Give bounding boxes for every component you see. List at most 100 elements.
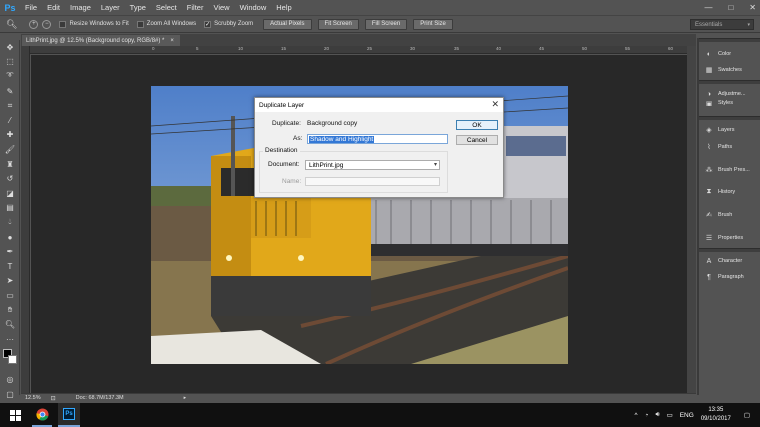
chevron-up-icon[interactable]: ^ <box>634 412 637 419</box>
brush-presets-icon: ⁂ <box>705 167 713 174</box>
layers-panel-button[interactable]: ◈ Layers <box>699 124 760 136</box>
scrubby-zoom-checkbox[interactable]: ✓ Scrubby Zoom <box>204 20 253 28</box>
clone-stamp-tool-icon[interactable]: ♜ <box>0 157 20 172</box>
workspace-select[interactable]: Essentials ▾ <box>690 19 754 30</box>
menu-view[interactable]: View <box>208 3 234 12</box>
document-select[interactable]: LithPrint.jpg ▾ <box>305 160 440 170</box>
panel-group-header[interactable] <box>699 80 760 84</box>
checkbox-icon <box>136 20 144 28</box>
menu-select[interactable]: Select <box>151 3 182 12</box>
zoom-all-windows-checkbox[interactable]: Zoom All Windows <box>136 20 196 28</box>
close-icon[interactable]: ✕ <box>491 99 499 110</box>
gradient-tool-icon[interactable]: ▤ <box>0 201 20 216</box>
actual-pixels-button[interactable]: Actual Pixels <box>263 18 312 30</box>
duplicate-layer-dialog: Duplicate Layer ✕ Duplicate: Background … <box>254 97 504 198</box>
history-panel-button[interactable]: ⧗ History <box>699 186 760 198</box>
path-select-tool-icon[interactable]: ➤ <box>0 274 20 289</box>
cancel-button[interactable]: Cancel <box>456 135 498 145</box>
fit-screen-button[interactable]: Fit Screen <box>317 18 359 30</box>
healing-brush-tool-icon[interactable]: ✚ <box>0 128 20 143</box>
volume-icon[interactable]: 🔊︎ <box>655 411 659 419</box>
ruler-tick: 10 <box>238 46 244 51</box>
move-tool-icon[interactable]: ✥ <box>0 40 20 55</box>
brush-presets-panel-button[interactable]: ⁂ Brush Pres... <box>699 164 760 176</box>
horizontal-ruler[interactable]: 0 5 10 15 20 25 30 35 40 45 50 55 60 <box>30 46 687 54</box>
color-panel-label: Color <box>718 51 732 57</box>
export-icon[interactable]: ⊡ <box>51 395 56 402</box>
ruler-tick: 40 <box>496 46 502 51</box>
vertical-ruler[interactable] <box>21 46 30 393</box>
character-panel-button[interactable]: A Character <box>699 255 760 267</box>
zoom-in-icon[interactable]: + <box>29 19 39 29</box>
styles-panel-button[interactable]: ▣ Styles <box>699 100 760 106</box>
adjustments-panel-button[interactable]: ◑ Adjustme... <box>699 88 760 100</box>
quick-mask-icon[interactable]: ◎ <box>0 372 20 387</box>
dialog-title-bar[interactable]: Duplicate Layer ✕ <box>255 98 503 112</box>
eyedropper-tool-icon[interactable]: ⁄ <box>0 113 20 128</box>
history-brush-tool-icon[interactable]: ↺ <box>0 171 20 186</box>
vertical-scrollbar[interactable] <box>687 46 696 393</box>
color-swatches-icon[interactable] <box>0 346 20 372</box>
photoshop-logo[interactable]: Ps <box>0 0 20 15</box>
crop-tool-icon[interactable]: ⌗ <box>0 98 20 113</box>
resize-windows-checkbox[interactable]: Resize Windows to Fit <box>59 20 129 28</box>
properties-panel-button[interactable]: ☰ Properties <box>699 232 760 244</box>
menu-layer[interactable]: Layer <box>96 3 125 12</box>
battery-icon[interactable]: ▭ <box>667 411 673 419</box>
language-indicator[interactable]: ENG <box>680 412 694 419</box>
menu-type[interactable]: Type <box>125 3 151 12</box>
lasso-tool-icon[interactable]: ➰︎ <box>0 69 20 84</box>
swatches-panel-button[interactable]: ▦ Swatches <box>699 64 760 76</box>
ok-button[interactable]: OK <box>456 120 498 130</box>
windows-start-button[interactable] <box>6 403 24 427</box>
layer-name-input[interactable]: Shadow and Highlight <box>307 134 448 144</box>
photoshop-taskbar-button[interactable]: Ps <box>58 403 80 427</box>
status-menu-arrow-icon[interactable]: ▸ <box>184 395 187 401</box>
zoom-out-icon[interactable]: − <box>42 19 52 29</box>
blur-tool-icon[interactable]: 💧︎ <box>0 215 20 230</box>
rectangle-tool-icon[interactable]: ▭ <box>0 288 20 303</box>
panel-group-header[interactable] <box>699 248 760 252</box>
menu-file[interactable]: File <box>20 3 42 12</box>
properties-icon: ☰ <box>705 235 713 242</box>
paragraph-panel-button[interactable]: ¶ Paragraph <box>699 271 760 283</box>
clock[interactable]: 13:35 09/10/2017 <box>701 406 731 424</box>
menu-window[interactable]: Window <box>235 3 272 12</box>
zoom-level[interactable]: 12.5% <box>25 395 41 401</box>
swatches-panel-label: Swatches <box>718 67 742 73</box>
screen-mode-icon[interactable]: ▢ <box>0 387 20 402</box>
zoom-tool-icon[interactable]: 🔍︎ <box>0 317 20 332</box>
document-tab[interactable]: LithPrint.jpg @ 12.5% (Background copy, … <box>22 35 180 46</box>
menu-edit[interactable]: Edit <box>42 3 65 12</box>
minimize-button[interactable]: — <box>704 3 712 12</box>
notifications-icon[interactable]: ▢ <box>744 411 750 419</box>
close-window-button[interactable]: ✕ <box>749 3 756 12</box>
network-icon[interactable]: ◔ <box>645 412 649 419</box>
menu-image[interactable]: Image <box>65 3 96 12</box>
pen-tool-icon[interactable]: ✒ <box>0 244 20 259</box>
chrome-taskbar-button[interactable] <box>32 403 52 427</box>
panel-group-header[interactable] <box>699 116 760 120</box>
quick-select-tool-icon[interactable]: ✎ <box>0 84 20 99</box>
maximize-button[interactable]: □ <box>728 3 733 12</box>
brush-panel-button[interactable]: ✍︎ Brush <box>699 209 760 221</box>
close-tab-icon[interactable]: × <box>170 38 174 44</box>
fill-screen-button[interactable]: Fill Screen <box>364 18 408 30</box>
brush-tool-icon[interactable]: 🖌︎ <box>0 142 20 157</box>
print-size-button[interactable]: Print Size <box>413 18 453 30</box>
color-panel-button[interactable]: ◐ Color <box>699 48 760 60</box>
panel-group-header[interactable] <box>699 38 760 42</box>
properties-panel-label: Properties <box>718 235 744 241</box>
menu-help[interactable]: Help <box>271 3 296 12</box>
menu-filter[interactable]: Filter <box>182 3 209 12</box>
more-tools-icon[interactable]: ··· <box>0 332 20 347</box>
dodge-tool-icon[interactable]: ● <box>0 230 20 245</box>
menu-bar: Ps File Edit Image Layer Type Select Fil… <box>0 0 760 15</box>
type-tool-icon[interactable]: T <box>0 259 20 274</box>
paths-panel-button[interactable]: ⌇ Paths <box>699 141 760 153</box>
zoom-tool-icon[interactable]: 🔍︎ <box>6 19 17 30</box>
eraser-tool-icon[interactable]: ◪ <box>0 186 20 201</box>
layers-panel-label: Layers <box>718 127 735 133</box>
hand-tool-icon[interactable]: ✋︎ <box>0 303 20 318</box>
marquee-tool-icon[interactable]: ⬚ <box>0 55 20 70</box>
